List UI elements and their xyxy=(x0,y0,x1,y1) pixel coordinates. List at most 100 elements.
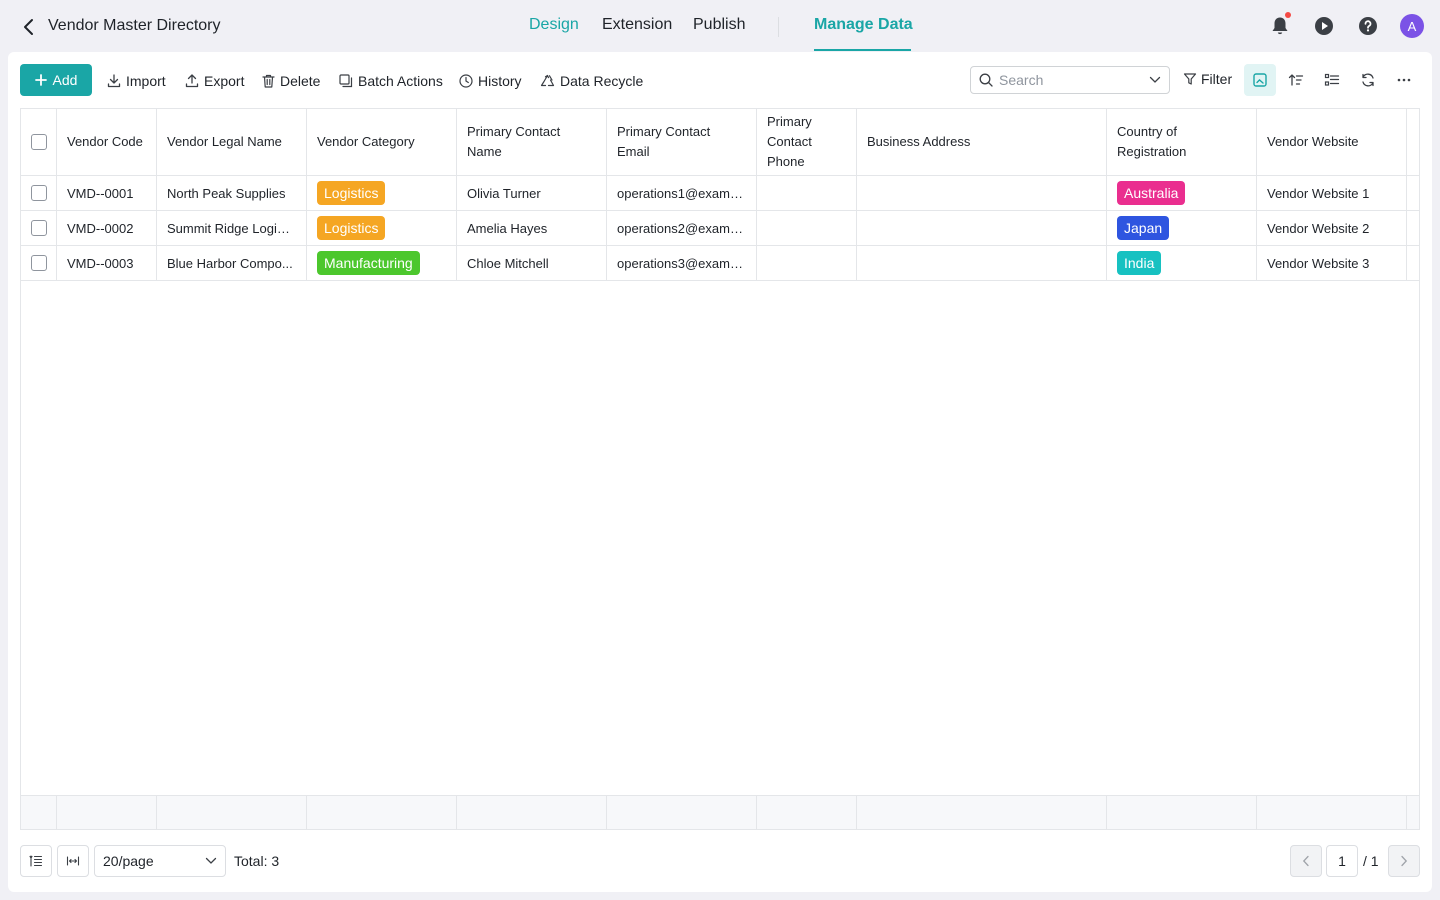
cell-website: Vendor Website 1 xyxy=(1257,176,1407,210)
summary-cell xyxy=(607,796,757,829)
column-header[interactable]: Vendor Code xyxy=(57,109,157,175)
cell-text: Summit Ridge Logist... xyxy=(167,220,296,236)
chevron-left-icon xyxy=(24,19,33,35)
cell-country: Japan xyxy=(1107,211,1257,245)
cell-category: Logistics xyxy=(307,176,457,210)
column-header[interactable]: Primary Contact Name xyxy=(457,109,607,175)
summary-cell xyxy=(1407,796,1419,829)
table-row[interactable]: VMD--0001 North Peak Supplies Logistics … xyxy=(21,176,1419,211)
column-header-label: Vendor Category xyxy=(317,134,415,149)
row-checkbox[interactable] xyxy=(30,220,47,236)
filter-label: Filter xyxy=(1201,71,1233,87)
table-row[interactable]: VMD--0003 Blue Harbor Compo... Manufactu… xyxy=(21,246,1419,281)
row-checkbox[interactable] xyxy=(30,185,47,201)
delete-button[interactable]: Delete xyxy=(262,71,320,91)
data-recycle-label: Data Recycle xyxy=(560,73,644,89)
tab-extension[interactable]: Extension xyxy=(602,16,672,34)
clock-icon xyxy=(459,74,473,88)
data-table: Vendor Code Vendor Legal Name Vendor Cat… xyxy=(20,108,1420,830)
page-size-select[interactable]: 20/page xyxy=(94,845,226,877)
column-header[interactable]: Business Address xyxy=(857,109,1107,175)
page-number-input[interactable]: 1 xyxy=(1326,845,1358,877)
country-tag: Australia xyxy=(1117,181,1186,205)
history-button[interactable]: History xyxy=(459,71,522,91)
search-input[interactable] xyxy=(999,72,1149,88)
delete-label: Delete xyxy=(280,73,321,89)
add-button[interactable]: Add xyxy=(20,64,92,96)
preview-button[interactable] xyxy=(1312,14,1336,38)
fit-columns-button[interactable] xyxy=(57,845,89,877)
search-box[interactable] xyxy=(970,66,1170,94)
column-header-label: Primary Contact Name xyxy=(467,124,561,159)
column-header-label: Primary Contact Email xyxy=(617,124,711,159)
help-button[interactable] xyxy=(1356,14,1380,38)
column-header[interactable]: Primary Contact Email xyxy=(607,109,757,175)
tab-design[interactable]: Design xyxy=(529,16,579,34)
cell-text: Blue Harbor Compo... xyxy=(167,255,293,271)
select-all-checkbox[interactable] xyxy=(30,134,47,150)
page-size-value: 20/page xyxy=(103,853,154,869)
active-tab-indicator xyxy=(814,49,911,51)
chevron-down-icon xyxy=(1149,76,1161,83)
cell-contact-name: Amelia Hayes xyxy=(457,211,607,245)
prev-page-button[interactable] xyxy=(1290,845,1322,877)
next-page-button[interactable] xyxy=(1388,845,1420,877)
notifications-button[interactable] xyxy=(1268,12,1292,38)
avatar[interactable]: A xyxy=(1400,14,1424,38)
tab-manage-data[interactable]: Manage Data xyxy=(814,16,913,34)
upload-icon xyxy=(185,74,199,88)
group-button[interactable] xyxy=(1316,64,1348,96)
header-checkbox-cell xyxy=(21,109,57,175)
list-group-icon xyxy=(1324,73,1340,86)
column-header-overflow xyxy=(1407,109,1419,175)
data-recycle-button[interactable]: Data Recycle xyxy=(540,71,643,91)
cell-text: operations3@examp... xyxy=(617,255,746,271)
table-summary-row xyxy=(21,795,1419,829)
cell-business-address xyxy=(857,176,1107,210)
column-header[interactable]: Vendor Website xyxy=(1257,109,1407,175)
cell-legal-name: North Peak Supplies xyxy=(157,176,307,210)
sort-icon xyxy=(1288,74,1304,86)
refresh-button[interactable] xyxy=(1352,64,1384,96)
batch-actions-button[interactable]: Batch Actions xyxy=(339,71,443,91)
cell-contact-email: operations2@examp... xyxy=(607,211,757,245)
more-options-button[interactable] xyxy=(1388,64,1420,96)
column-header[interactable]: Vendor Category xyxy=(307,109,457,175)
row-checkbox[interactable] xyxy=(30,255,47,271)
chevron-down-icon xyxy=(205,857,217,864)
column-header-label: Country of Registration xyxy=(1117,124,1187,159)
chevron-left-icon xyxy=(1302,855,1309,867)
cell-contact-email: operations3@examp... xyxy=(607,246,757,280)
import-button[interactable]: Import xyxy=(107,71,166,91)
row-height-button[interactable] xyxy=(20,845,52,877)
filter-button[interactable]: Filter xyxy=(1183,71,1232,87)
column-header[interactable]: Country of Registration xyxy=(1107,109,1257,175)
cell-contact-phone xyxy=(757,211,857,245)
sort-button[interactable] xyxy=(1280,64,1312,96)
cell-contact-phone xyxy=(757,246,857,280)
chevron-right-icon xyxy=(1401,855,1408,867)
back-button[interactable] xyxy=(18,16,38,38)
trash-icon xyxy=(262,74,275,88)
cell-contact-email: operations1@examp... xyxy=(607,176,757,210)
export-button[interactable]: Export xyxy=(185,71,244,91)
column-width-icon xyxy=(66,856,80,866)
refresh-icon xyxy=(1362,73,1374,87)
batch-actions-label: Batch Actions xyxy=(358,73,443,89)
row-checkbox-cell xyxy=(21,246,57,280)
tab-publish[interactable]: Publish xyxy=(693,16,745,34)
search-icon xyxy=(979,73,993,87)
card-view-icon xyxy=(1253,73,1267,87)
summary-cell xyxy=(21,796,57,829)
nav-divider xyxy=(778,17,779,37)
table-row[interactable]: VMD--0002 Summit Ridge Logist... Logisti… xyxy=(21,211,1419,246)
column-header[interactable]: Vendor Legal Name xyxy=(157,109,307,175)
summary-cell xyxy=(1257,796,1407,829)
column-header[interactable]: Primary Contact Phone xyxy=(757,109,857,175)
help-icon xyxy=(1359,17,1377,35)
card-view-button[interactable] xyxy=(1244,64,1276,96)
summary-cell xyxy=(457,796,607,829)
cell-text: VMD--0003 xyxy=(67,255,134,271)
category-tag: Logistics xyxy=(317,181,386,205)
row-height-icon xyxy=(29,855,43,867)
